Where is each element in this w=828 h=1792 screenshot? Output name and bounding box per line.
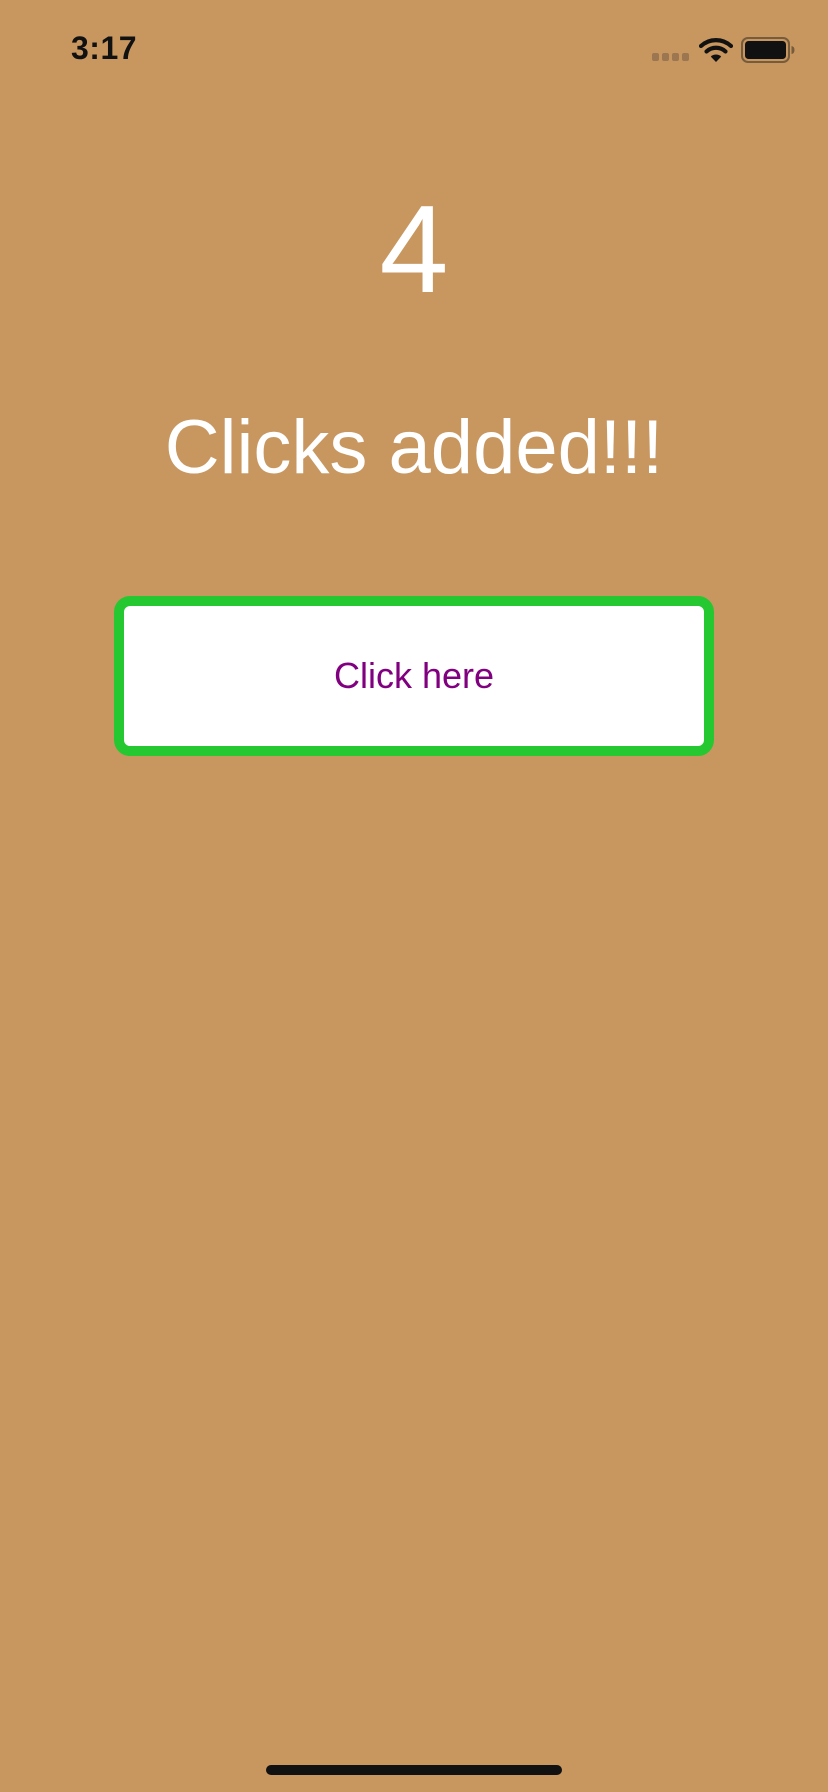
status-time: 3:17 bbox=[71, 30, 138, 66]
click-counter: 4 bbox=[379, 181, 449, 319]
wifi-icon bbox=[699, 38, 733, 62]
click-here-button[interactable]: Click here bbox=[114, 596, 714, 756]
signal-icon bbox=[652, 53, 690, 61]
battery-icon bbox=[741, 37, 795, 63]
click-here-button-label: Click here bbox=[333, 655, 495, 696]
status-message: Clicks added!!! bbox=[164, 405, 664, 490]
home-indicator[interactable] bbox=[266, 1765, 562, 1775]
status-bar: 3:17 bbox=[0, 0, 828, 100]
